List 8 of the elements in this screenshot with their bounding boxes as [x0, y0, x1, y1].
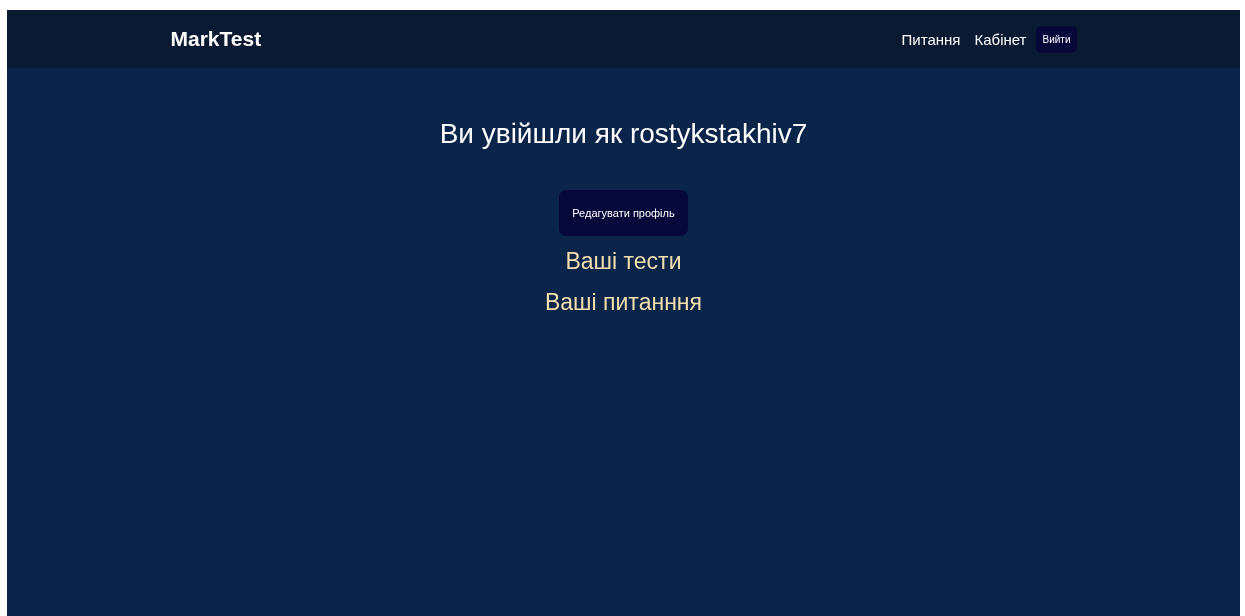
- nav-link[interactable]: Кабінет: [974, 30, 1027, 48]
- edit-profile-button[interactable]: Редагувати профіль: [559, 190, 688, 236]
- page-heading: Ви увійшли як rostykstakhiv7: [439, 118, 808, 150]
- logout-button[interactable]: Вийти: [1036, 25, 1077, 53]
- nav-link[interactable]: Питання: [901, 30, 961, 48]
- section-link[interactable]: Ваші тести: [565, 248, 682, 275]
- section-link[interactable]: Ваші питанння: [545, 289, 702, 316]
- brand-link[interactable]: MarkTest: [170, 27, 262, 51]
